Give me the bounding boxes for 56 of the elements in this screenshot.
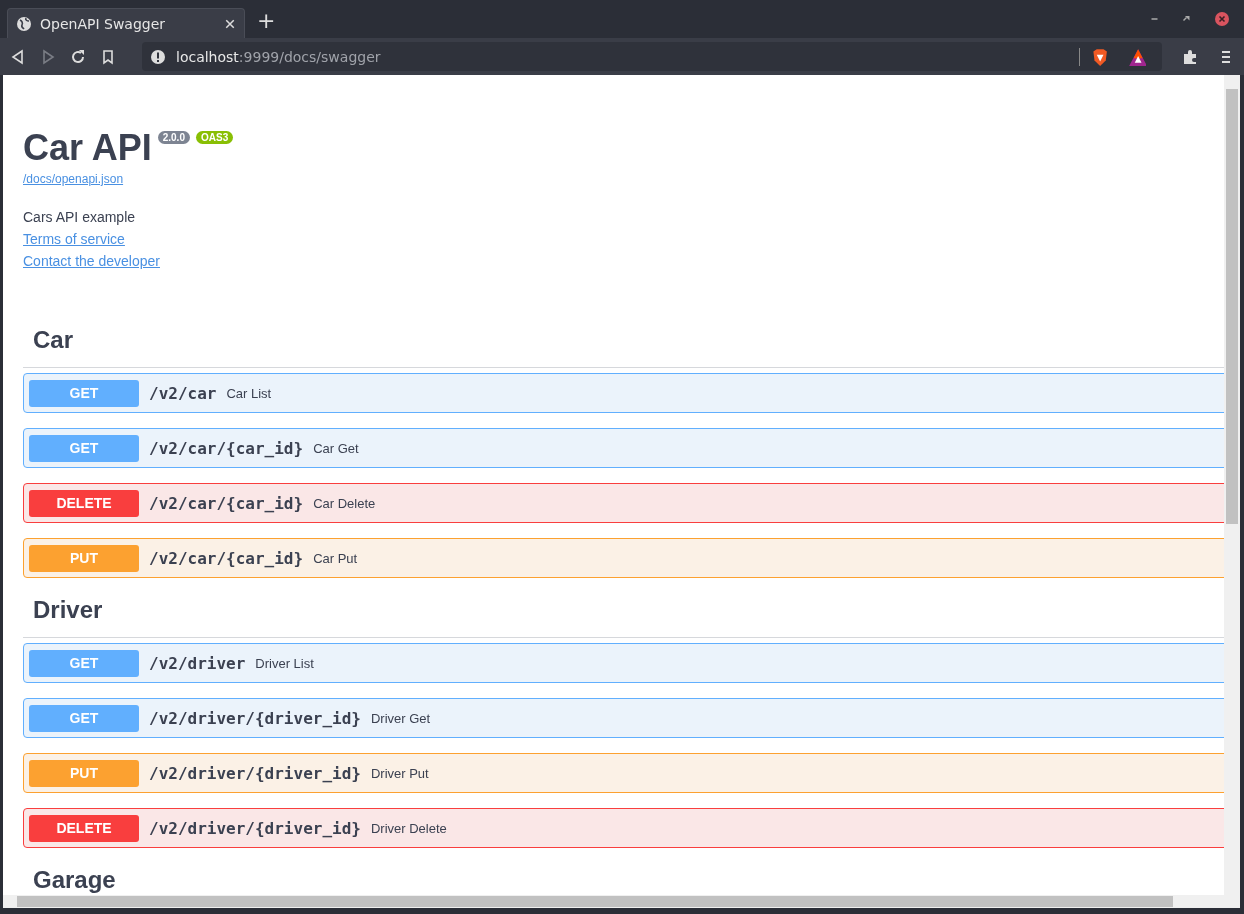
tab-title: OpenAPI Swagger (40, 15, 167, 32)
endpoint-path: /v2/driver/{driver_id} (149, 708, 361, 728)
reload-icon[interactable] (70, 48, 86, 65)
endpoint-path: /v2/car/{car_id} (149, 438, 304, 458)
endpoint-summary: Car Get (313, 440, 359, 456)
operation-row[interactable]: GET /v2/driver/{driver_id} Driver Get (23, 698, 1224, 738)
method-label: PUT (29, 759, 139, 787)
endpoint-summary: Driver Get (370, 710, 431, 726)
endpoint-path: /v2/car/{car_id} (149, 548, 304, 568)
method-label: DELETE (29, 489, 139, 517)
vertical-scrollbar[interactable] (1224, 75, 1240, 895)
bookmark-icon[interactable] (100, 48, 116, 65)
spec-badge: OAS3 (195, 131, 234, 144)
operation-row[interactable]: GET /v2/car/{car_id} Car Get (23, 428, 1224, 468)
endpoint-path: /v2/driver/{driver_id} (149, 763, 361, 783)
endpoint-summary: Car List (226, 385, 272, 401)
api-description: Cars API example (23, 209, 137, 225)
triangle-icon[interactable] (1128, 47, 1146, 66)
section-heading[interactable]: Garage (33, 863, 1224, 895)
new-tab-button[interactable]: + (257, 6, 276, 36)
endpoint-path: /v2/car/{car_id} (149, 493, 304, 513)
method-label: GET (29, 704, 139, 732)
method-label: GET (29, 649, 139, 677)
section-heading[interactable]: Driver (33, 593, 1224, 637)
section-heading[interactable]: Car (33, 323, 1224, 367)
operation-row[interactable]: PUT /v2/driver/{driver_id} Driver Put (23, 753, 1224, 793)
endpoint-path: /v2/driver/{driver_id} (149, 818, 361, 838)
forward-icon[interactable] (40, 48, 56, 65)
operation-row[interactable]: GET /v2/driver Driver List (23, 643, 1224, 683)
operation-row[interactable]: GET /v2/car Car List (23, 373, 1224, 413)
operation-row[interactable]: DELETE /v2/driver/{driver_id} Driver Delete (23, 808, 1224, 848)
close-icon[interactable] (224, 17, 236, 30)
method-label: DELETE (29, 814, 139, 842)
endpoint-path: /v2/driver (149, 653, 246, 673)
operation-row[interactable]: PUT /v2/car/{car_id} Car Put (23, 538, 1224, 578)
method-label: GET (29, 379, 139, 407)
back-icon[interactable] (10, 48, 26, 65)
endpoint-summary: Car Delete (313, 495, 376, 511)
url-text: localhost:9999/docs/swagger (176, 48, 382, 65)
endpoint-summary: Car Put (313, 550, 358, 566)
address-bar[interactable]: localhost:9999/docs/swagger (142, 42, 1162, 71)
method-label: GET (29, 434, 139, 462)
endpoint-summary: Driver List (255, 655, 314, 671)
version-badge: 2.0.0 (157, 131, 190, 144)
close-icon[interactable] (1214, 11, 1230, 27)
horizontal-scrollbar[interactable] (3, 895, 1240, 908)
api-title: Car API (23, 127, 152, 169)
puzzle-icon[interactable] (1182, 48, 1198, 65)
browser-tab[interactable]: OpenAPI Swagger (7, 8, 245, 38)
globe-icon (16, 15, 32, 32)
method-label: PUT (29, 544, 139, 572)
endpoint-summary: Driver Put (370, 765, 429, 781)
warning-icon (150, 48, 166, 65)
operation-row[interactable]: DELETE /v2/car/{car_id} Car Delete (23, 483, 1224, 523)
endpoint-path: /v2/car (149, 383, 217, 403)
endpoint-summary: Driver Delete (370, 820, 447, 836)
